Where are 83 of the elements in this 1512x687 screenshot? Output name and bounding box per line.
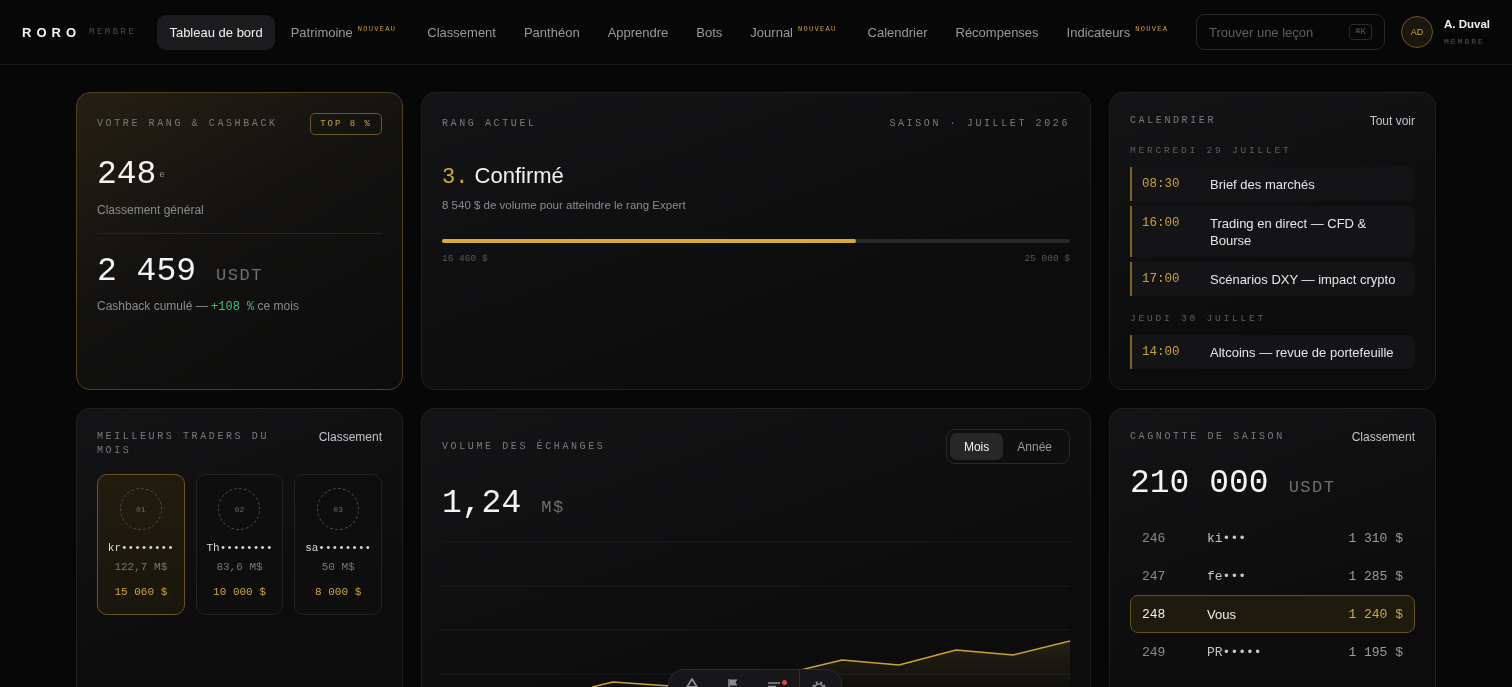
nav-tab[interactable]: Indicateurs	[1054, 14, 1136, 50]
trader-volume: 122,7 M$	[114, 561, 168, 574]
event-time: 16:00	[1142, 214, 1181, 232]
card-title: CALENDRIER	[1130, 114, 1216, 128]
event-item[interactable]: 17:00 Scénarios DXY — impact crypto	[1130, 262, 1415, 296]
trader-prize: 10 000 $	[213, 586, 266, 599]
period-tab[interactable]: Année	[1003, 433, 1066, 460]
nav-tab[interactable]: Tableau de bord	[157, 14, 275, 50]
trader-prize: 8 000 $	[315, 586, 362, 599]
period-tab[interactable]: Mois	[949, 433, 1004, 460]
nav-tab[interactable]: Calendrier	[855, 14, 940, 50]
day-label: MERCREDI 29 JUILLET	[1130, 145, 1293, 157]
event-title: Scénarios DXY — impact crypto	[1210, 270, 1396, 288]
row-rank: 246	[1142, 530, 1167, 546]
nav-tab[interactable]: Récompenses	[943, 14, 1051, 50]
rank-label: Classement général	[97, 202, 205, 218]
rank-number: 248$^{e}$	[97, 157, 166, 193]
cashback-note: Cashback cumulé — +108 % ce mois	[97, 298, 300, 315]
triangle-icon[interactable]	[684, 678, 700, 687]
nav-tab[interactable]: Bots	[684, 14, 735, 50]
user-avatar: AD	[1401, 16, 1433, 48]
trader-name: sa••••••••	[305, 542, 372, 555]
volume-value: 1,24	[442, 486, 522, 522]
row-rank: 249	[1142, 644, 1167, 660]
row-prize: 1 240 $	[1348, 606, 1403, 622]
row-name: fe•••	[1207, 568, 1247, 584]
card-title: RANG ACTUEL	[442, 117, 537, 131]
row-prize: 1 195 $	[1348, 644, 1403, 660]
row-rank: 247	[1142, 568, 1167, 584]
event-time: 17:00	[1142, 270, 1181, 288]
user-name: A. Duval	[1444, 17, 1490, 31]
row-name: PR•••••	[1207, 644, 1263, 660]
range-end-label: 25 000 $	[1024, 253, 1070, 265]
leaderboard-link[interactable]: Classement	[318, 430, 382, 444]
event-item[interactable]: 14:00 Altcoins — revue de portefeuille	[1130, 335, 1415, 369]
event-title: Altcoins — revue de portefeuille	[1210, 343, 1394, 361]
membership-label: MEMBRE	[89, 27, 137, 37]
nav-tab[interactable]: Classement	[415, 14, 508, 50]
shortcut-keycap: ⌘K	[1349, 24, 1372, 40]
trader-card[interactable]: 03 sa•••••••• 50 M$ 8 000 $	[294, 474, 382, 615]
card-title: CAGNOTTE DE SAISON	[1130, 430, 1285, 444]
see-all-link[interactable]: Tout voir	[1369, 114, 1415, 128]
trader-volume: 83,6 M$	[216, 561, 263, 574]
event-title: Trading en direct — CFD & Bourse	[1210, 214, 1368, 249]
nav-tab[interactable]: Apprendre	[595, 14, 681, 50]
highlighted-row[interactable]: 248 Vous 1 240 $	[1130, 595, 1415, 633]
user-role-label: MEMBRE	[1444, 37, 1486, 47]
event-time: 14:00	[1142, 343, 1181, 361]
percentile-badge: TOP 8 %	[310, 113, 382, 135]
currency-unit: USDT	[1288, 478, 1336, 497]
rank-requirement: 8 540 $ de volume pour atteindre le rang Expert	[442, 198, 687, 212]
cashback-amount: 2 459	[97, 254, 197, 290]
card-title: MEILLEURS TRADERS DU MOIS	[97, 430, 271, 458]
event-title: Brief des marchés	[1210, 175, 1315, 193]
row-rank: 248	[1142, 606, 1167, 622]
day-label: JEUDI 30 JUILLET	[1130, 313, 1267, 325]
row-prize: 1 310 $	[1348, 530, 1403, 546]
trader-card[interactable]: 02 Th•••••••• 83,6 M$ 10 000 $	[195, 474, 284, 615]
rank-level-title: 3. Confirmé	[442, 163, 565, 191]
trader-name: kr••••••••	[107, 542, 174, 555]
currency-unit: USDT	[216, 266, 263, 285]
event-time: 08:30	[1142, 175, 1181, 193]
event-item[interactable]: 16:00 Trading en direct — CFD & Bourse	[1130, 206, 1415, 257]
row-name: ki•••	[1207, 530, 1247, 546]
trader-card[interactable]: 01 kr•••••••• 122,7 M$ 15 060 $	[97, 474, 185, 615]
card-title: VOTRE RANG & CASHBACK	[97, 117, 278, 131]
leaderboard-link[interactable]: Classement	[1351, 430, 1415, 444]
nav-tab[interactable]: Panthéon	[511, 14, 592, 50]
notification-dot-icon	[782, 680, 787, 685]
trader-name: Th••••••••	[206, 542, 273, 555]
nav-tab[interactable]: Patrimoine	[278, 14, 358, 50]
row-prize: 1 285 $	[1348, 568, 1403, 584]
brand-logo: RORO	[22, 24, 81, 40]
volume-unit: M$	[541, 498, 565, 517]
event-item[interactable]: 08:30 Brief des marchés	[1130, 167, 1415, 201]
pot-amount: 210 000	[1130, 466, 1269, 502]
trader-prize: 15 060 $	[114, 586, 168, 599]
nav-tab[interactable]: Journal	[738, 14, 798, 50]
range-start-label: 16 460 $	[442, 253, 488, 265]
trader-volume: 50 M$	[321, 561, 355, 574]
row-name: Vous	[1207, 606, 1237, 622]
card-title: VOLUME DES ÉCHANGES	[442, 439, 606, 454]
season-label: SAISON · JUILLET 2026	[889, 117, 1070, 131]
